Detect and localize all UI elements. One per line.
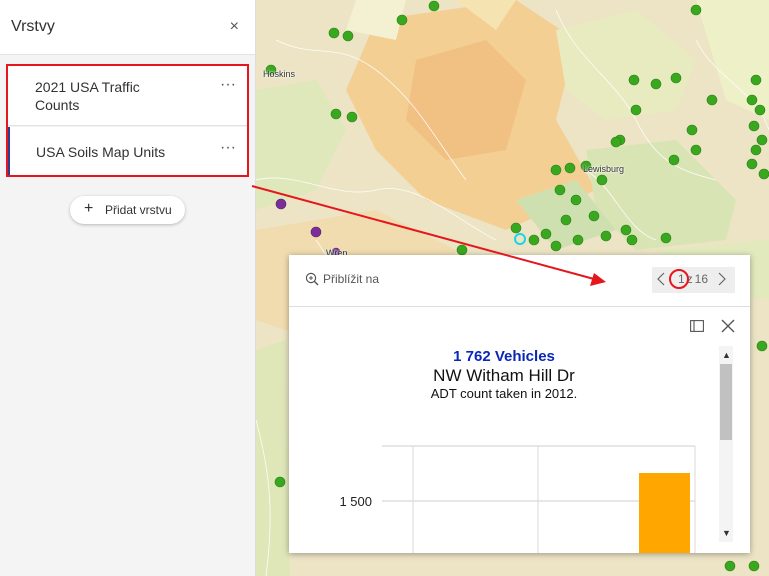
pager-total: 16 (694, 272, 709, 286)
layer-item-soils-map-units[interactable]: USA Soils Map Units ··· (7, 127, 248, 177)
scroll-down-icon[interactable]: ▼ (722, 528, 731, 538)
plus-icon: + (84, 200, 94, 217)
popup-content: 1 762 Vehicles NW Witham Hill Dr ADT cou… (289, 307, 719, 553)
pager-separator: z (686, 272, 693, 286)
layer-item-label: USA Soils Map Units (36, 144, 166, 160)
layer-item-label: 2021 USA Traffic Counts (35, 79, 140, 113)
popup-header: Přiblížit na 1 z 16 (289, 255, 750, 307)
panel-title: Vrstvy (11, 18, 55, 35)
layers-panel: Vrstvy × 2021 USA Traffic Counts ··· USA… (0, 0, 256, 576)
pager-current: 1 (677, 272, 685, 286)
map-label-lewisburg: Lewisburg (583, 164, 625, 174)
zoom-to-label: Přiblížit na (323, 272, 380, 286)
more-options-icon[interactable]: ··· (220, 76, 236, 94)
scroll-thumb[interactable] (720, 364, 732, 440)
more-options-icon[interactable]: ··· (220, 139, 236, 157)
chevron-left-icon[interactable] (657, 272, 665, 286)
chart-bar (639, 473, 690, 553)
zoom-in-icon (305, 272, 319, 286)
scroll-up-icon[interactable]: ▲ (722, 350, 731, 360)
feature-pager: 1 z 16 (652, 267, 735, 293)
layer-list: 2021 USA Traffic Counts ··· USA Soils Ma… (7, 65, 248, 177)
zoom-to-button[interactable]: Přiblížit na (305, 272, 379, 286)
add-layer-button[interactable]: + Přidat vrstvu (70, 196, 185, 224)
popup-scrollbar[interactable]: ▲ ▼ (719, 346, 733, 542)
chart-ytick-label: 1 500 (339, 494, 372, 509)
feature-popup: Přiblížit na 1 z 16 1 762 Vehicles NW With… (289, 255, 750, 553)
layer-item-traffic-counts[interactable]: 2021 USA Traffic Counts ··· (7, 65, 248, 126)
close-icon[interactable]: × (230, 18, 239, 36)
traffic-chart: 1 500 (339, 445, 696, 553)
panel-header: Vrstvy × (0, 0, 255, 55)
add-layer-label: Přidat vrstvu (105, 203, 172, 217)
map-label-hoskins: Hoskins (263, 69, 296, 79)
chevron-right-icon[interactable] (718, 272, 726, 286)
close-icon[interactable] (721, 319, 735, 333)
pager-count: 1 z 16 (667, 272, 719, 286)
